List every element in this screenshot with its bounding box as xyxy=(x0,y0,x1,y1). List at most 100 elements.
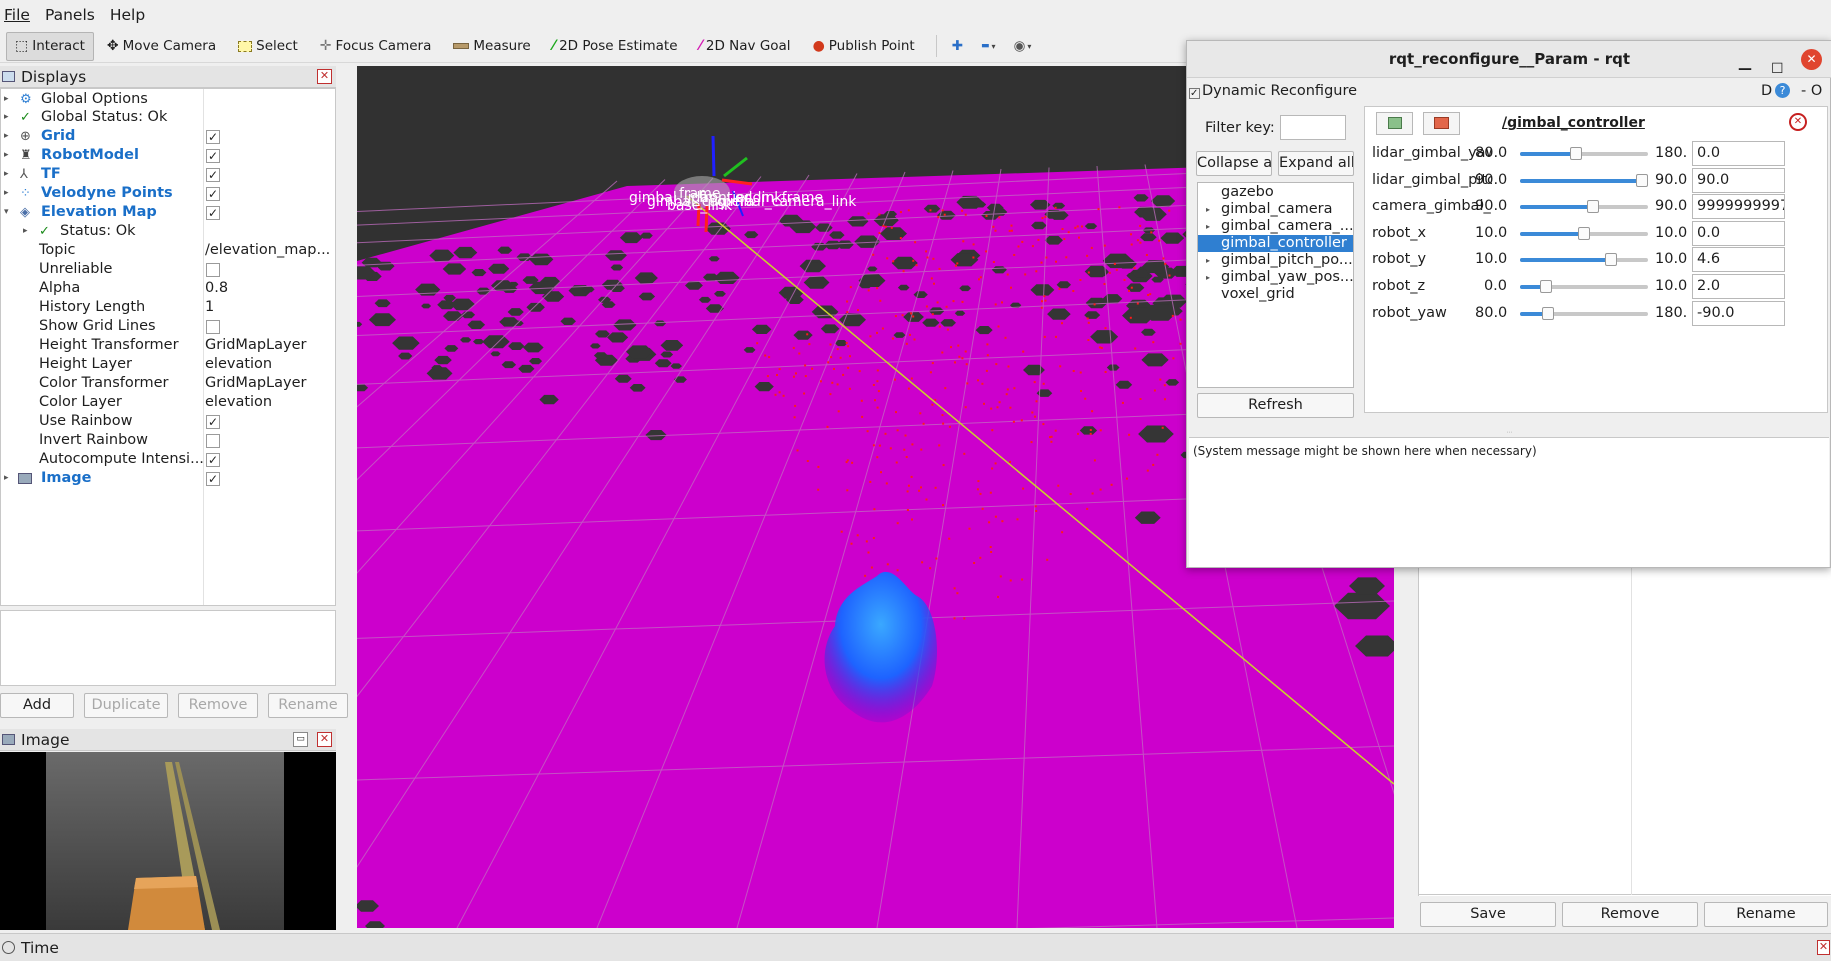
node-item[interactable]: voxel_grid xyxy=(1198,286,1353,303)
param-slider[interactable] xyxy=(1520,280,1648,293)
param-value-input[interactable]: 90.0 xyxy=(1692,167,1785,193)
param-value-input[interactable]: 0.0 xyxy=(1692,220,1785,246)
grid-checkbox[interactable]: ✓ xyxy=(206,130,220,144)
elevation-map-checkbox[interactable]: ✓ xyxy=(206,206,220,220)
measure-tool-button[interactable]: Measure xyxy=(444,32,539,61)
prop-color-transformer[interactable]: Color Transformer GridMapLayer xyxy=(1,374,335,393)
display-global-options[interactable]: ▸ ⚙ Global Options xyxy=(1,90,335,109)
prop-unreliable[interactable]: Unreliable xyxy=(1,260,335,279)
velodyne-checkbox[interactable]: ✓ xyxy=(206,187,220,201)
param-slider[interactable] xyxy=(1520,253,1648,267)
autocompute-checkbox[interactable]: ✓ xyxy=(206,453,220,467)
param-slider[interactable] xyxy=(1520,306,1648,320)
interact-tool-button[interactable]: ⬚ Interact xyxy=(6,31,94,61)
prop-invert-rainbow[interactable]: Invert Rainbow xyxy=(1,431,335,450)
collapse-all-button[interactable]: Collapse all xyxy=(1196,151,1272,176)
display-elevation-map[interactable]: ▾ ◈ Elevation Map ✓ xyxy=(1,203,335,222)
node-item[interactable]: ▸ gimbal_camera_... xyxy=(1198,218,1353,235)
param-slider[interactable] xyxy=(1520,226,1648,240)
menu-help[interactable]: Help xyxy=(110,6,145,24)
node-item[interactable]: ▸ gimbal_pitch_po... xyxy=(1198,252,1353,269)
duplicate-display-button[interactable]: Duplicate xyxy=(84,693,168,718)
menu-panels[interactable]: Panels xyxy=(45,6,95,24)
param-slider-handle[interactable] xyxy=(1604,253,1617,267)
param-value-input[interactable]: 9999999997 xyxy=(1692,194,1785,220)
save-button[interactable] xyxy=(1423,112,1460,135)
splitter-handle[interactable]: ⋯ xyxy=(1187,429,1831,436)
menu-file[interactable]: File xyxy=(4,6,30,24)
param-slider-handle[interactable] xyxy=(1586,200,1599,214)
save-view-button[interactable]: Save xyxy=(1420,902,1556,927)
prop-history-length[interactable]: History Length 1 xyxy=(1,298,335,317)
display-velodyne-points[interactable]: ▸ ⁘ Velodyne Points ✓ xyxy=(1,184,335,203)
expand-all-button[interactable]: Expand all xyxy=(1278,151,1354,176)
elevation-status[interactable]: ▸ ✓ Status: Ok xyxy=(1,222,335,241)
rename-display-button[interactable]: Rename xyxy=(268,693,348,718)
prop-value[interactable]: 1 xyxy=(205,298,214,317)
load-button[interactable] xyxy=(1376,112,1413,135)
prop-alpha[interactable]: Alpha 0.8 xyxy=(1,279,335,298)
prop-value[interactable]: 0.8 xyxy=(205,279,228,298)
move-camera-tool-button[interactable]: ✥ Move Camera xyxy=(98,32,225,61)
close-window-icon[interactable]: ✕ xyxy=(1801,49,1822,70)
prop-value[interactable]: elevation xyxy=(205,393,272,412)
display-grid[interactable]: ▸ ⊕ Grid ✓ xyxy=(1,127,335,146)
unreliable-checkbox[interactable] xyxy=(206,263,220,277)
prop-topic[interactable]: Topic/elevation_map... xyxy=(1,241,335,260)
param-value-input[interactable]: -90.0 xyxy=(1692,300,1785,326)
grid-lines-checkbox[interactable] xyxy=(206,320,220,334)
prop-value[interactable]: /elevation_map... xyxy=(205,241,330,260)
param-value-input[interactable]: 4.6 xyxy=(1692,247,1785,273)
close-icon[interactable]: ✕ xyxy=(317,69,332,84)
prop-height-layer[interactable]: Height Layer elevation xyxy=(1,355,335,374)
plugin-docking-label[interactable]: D xyxy=(1761,81,1772,101)
display-tf[interactable]: ▸ ⅄ TF ✓ xyxy=(1,165,335,184)
plugin-window-controls[interactable]: - O xyxy=(1801,81,1822,101)
prop-autocompute[interactable]: Autocompute Intensi... ✓ xyxy=(1,450,335,469)
param-slider[interactable] xyxy=(1520,147,1648,160)
refresh-button[interactable]: Refresh xyxy=(1197,393,1354,418)
float-icon[interactable]: ▭ xyxy=(293,732,308,747)
prop-use-rainbow[interactable]: Use Rainbow ✓ xyxy=(1,412,335,431)
param-slider-handle[interactable] xyxy=(1542,306,1555,320)
node-item[interactable]: ▸ gimbal_yaw_pos... xyxy=(1198,269,1353,286)
invert-rainbow-checkbox[interactable] xyxy=(206,434,220,448)
display-image[interactable]: ▸ Image ✓ xyxy=(1,469,335,488)
plugin-checkbox[interactable]: ✓ xyxy=(1189,88,1200,99)
node-item[interactable]: ▸ gimbal_camera xyxy=(1198,201,1353,218)
param-slider[interactable] xyxy=(1520,173,1648,187)
param-value-input[interactable]: 0.0 xyxy=(1692,141,1785,166)
expand-arrow-icon[interactable]: ▸ xyxy=(1206,218,1210,235)
expand-arrow-icon[interactable]: ▸ xyxy=(1206,201,1210,218)
display-global-status[interactable]: ▸ ✓ Global Status: Ok xyxy=(1,108,335,127)
expand-arrow-icon[interactable]: ▸ xyxy=(1206,252,1210,269)
help-icon[interactable]: ? xyxy=(1775,83,1790,98)
prop-value[interactable]: GridMapLayer xyxy=(205,374,306,393)
param-slider-handle[interactable] xyxy=(1570,147,1583,160)
use-rainbow-checkbox[interactable]: ✓ xyxy=(206,415,220,429)
prop-color-layer[interactable]: Color Layer elevation xyxy=(1,393,335,412)
filter-key-input[interactable] xyxy=(1280,115,1346,140)
focus-camera-tool-button[interactable]: ✛ Focus Camera xyxy=(311,32,441,61)
close-icon[interactable]: ✕ xyxy=(1817,940,1830,955)
close-icon[interactable]: ✕ xyxy=(317,732,332,747)
remove-view-button[interactable]: Remove xyxy=(1562,902,1698,927)
prop-height-transformer[interactable]: Height Transformer GridMapLayer xyxy=(1,336,335,355)
pose-estimate-tool-button[interactable]: ⁄ 2D Pose Estimate xyxy=(544,32,687,61)
prop-value[interactable]: GridMapLayer xyxy=(205,336,306,355)
image-checkbox[interactable]: ✓ xyxy=(206,472,220,486)
remove-display-button[interactable]: Remove xyxy=(178,693,258,718)
close-param-icon[interactable]: ✕ xyxy=(1789,113,1807,131)
param-slider-handle[interactable] xyxy=(1539,280,1552,293)
remove-tool-button[interactable]: ▬ ▾ xyxy=(974,32,1003,61)
expand-arrow-icon[interactable]: ▸ xyxy=(1206,269,1210,286)
robotmodel-checkbox[interactable]: ✓ xyxy=(206,149,220,163)
view-tool-button[interactable]: ◉ ▾ xyxy=(1007,32,1039,61)
rename-view-button[interactable]: Rename xyxy=(1704,902,1828,927)
node-item-selected[interactable]: gimbal_controller xyxy=(1198,235,1353,252)
add-tool-button[interactable]: ✚ xyxy=(945,32,970,61)
nav-goal-tool-button[interactable]: ⁄ 2D Nav Goal xyxy=(691,32,800,61)
prop-show-grid-lines[interactable]: Show Grid Lines xyxy=(1,317,335,336)
param-value-input[interactable]: 2.0 xyxy=(1692,274,1785,299)
select-tool-button[interactable]: Select xyxy=(229,32,307,61)
